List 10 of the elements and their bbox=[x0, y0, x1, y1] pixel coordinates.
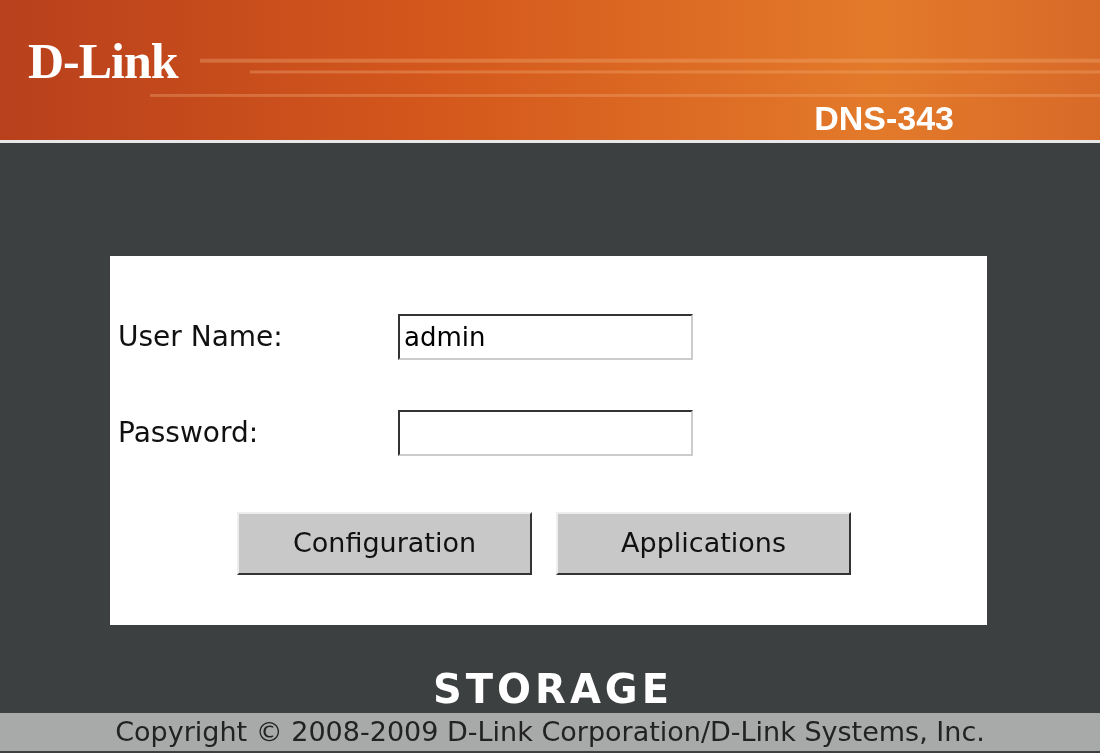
logo: D-Link bbox=[28, 33, 178, 89]
field-label: User Name: bbox=[118, 319, 284, 355]
model-name: DNS-343 bbox=[814, 98, 954, 139]
password-field[interactable] bbox=[398, 410, 693, 456]
username-field[interactable]: admin bbox=[398, 314, 693, 360]
login-button[interactable]: Applications bbox=[556, 512, 851, 575]
copyright-text: Copyright © 2008-2009 D-Link Corporation/D-Link Systems, Inc. bbox=[115, 716, 985, 747]
brand-text: STORAGE bbox=[433, 666, 673, 712]
login-button[interactable]: Configuration bbox=[237, 512, 532, 575]
field-label: Password: bbox=[118, 415, 260, 451]
